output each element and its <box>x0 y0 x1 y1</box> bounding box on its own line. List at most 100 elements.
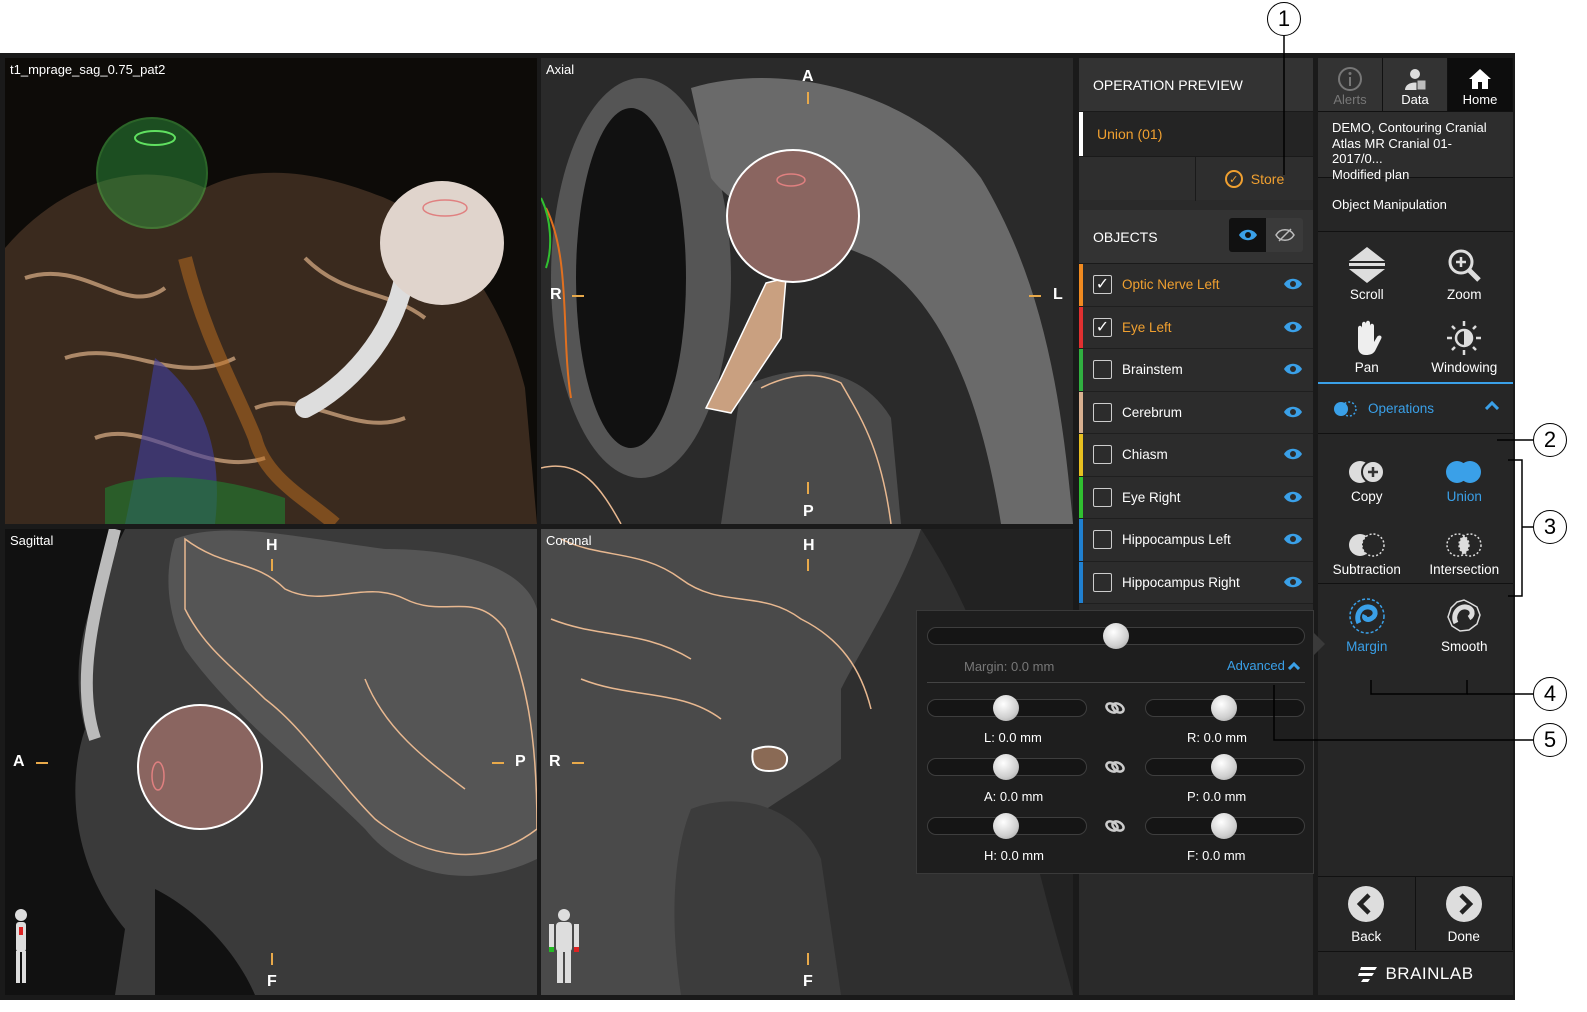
scroll-tool[interactable]: Scroll <box>1318 236 1416 308</box>
sagittal-title: Sagittal <box>10 533 54 548</box>
operations-header[interactable]: Operations <box>1318 382 1513 434</box>
plan-line-2: Atlas MR Cranial 01-2017/0... <box>1332 135 1452 167</box>
popup-pointer <box>1313 632 1325 656</box>
subtraction-tool[interactable]: Subtraction <box>1318 511 1416 583</box>
copy-tool[interactable]: Copy <box>1318 438 1416 510</box>
hide-all-button[interactable] <box>1266 218 1303 252</box>
object-row[interactable]: ✓ Optic Nerve Left <box>1079 264 1313 307</box>
advanced-label: Advanced <box>1227 658 1285 673</box>
l-slider-knob[interactable] <box>993 695 1019 721</box>
tick <box>492 762 504 764</box>
object-checkbox[interactable]: ✓ <box>1093 317 1112 337</box>
object-row[interactable]: Eye Right <box>1079 476 1313 519</box>
brainlab-logo-icon <box>1358 966 1378 982</box>
alerts-button[interactable]: Alerts <box>1318 58 1383 111</box>
h-slider-knob[interactable] <box>993 813 1019 839</box>
divider <box>927 682 1305 683</box>
alerts-label: Alerts <box>1333 92 1367 107</box>
margin-tool[interactable]: Margin <box>1318 588 1416 660</box>
object-checkbox[interactable] <box>1093 445 1112 465</box>
eye-icon[interactable] <box>1283 575 1303 589</box>
view-3d[interactable]: t1_mprage_sag_0.75_pat2 <box>5 58 537 524</box>
object-row[interactable]: Hippocampus Right <box>1079 561 1313 604</box>
object-checkbox[interactable] <box>1093 360 1112 380</box>
p-slider-knob[interactable] <box>1211 754 1237 780</box>
a-slider[interactable] <box>927 754 1087 780</box>
intersection-label: Intersection <box>1429 561 1500 577</box>
object-row[interactable]: Hippocampus Left <box>1079 519 1313 562</box>
data-button[interactable]: Data <box>1383 58 1448 111</box>
orient-top: H <box>266 537 278 554</box>
view-sagittal[interactable]: Sagittal H F A P <box>5 529 537 995</box>
store-label: Store <box>1250 171 1285 187</box>
object-label: Cerebrum <box>1122 404 1183 420</box>
margin-slider-knob[interactable] <box>1103 623 1129 649</box>
object-color-bar <box>1079 306 1083 348</box>
l-slider[interactable] <box>927 695 1087 721</box>
object-row[interactable]: Chiasm <box>1079 434 1313 477</box>
object-checkbox[interactable] <box>1093 572 1112 592</box>
callout-2: 2 <box>1533 423 1567 457</box>
windowing-tool[interactable]: Windowing <box>1416 309 1514 381</box>
intersection-tool[interactable]: Intersection <box>1416 511 1514 583</box>
object-color-bar <box>1079 434 1083 476</box>
margin-smooth-tools: Margin Smooth <box>1318 584 1513 662</box>
r-slider[interactable] <box>1145 695 1305 721</box>
union-tool[interactable]: Union <box>1416 438 1514 510</box>
object-row[interactable]: ✓ Eye Left <box>1079 306 1313 349</box>
show-all-button[interactable] <box>1229 218 1266 252</box>
f-slider[interactable] <box>1145 813 1305 839</box>
pan-tool[interactable]: Pan <box>1318 309 1416 381</box>
orient-left: R <box>549 753 561 770</box>
back-arrow-icon <box>1348 886 1385 922</box>
object-row[interactable]: Cerebrum <box>1079 391 1313 434</box>
f-value: F: 0.0 mm <box>1187 848 1246 863</box>
zoom-tool[interactable]: Zoom <box>1416 236 1514 308</box>
eye-icon[interactable] <box>1283 532 1303 546</box>
brand-name: BRAINLAB <box>1385 963 1474 983</box>
orient-top: H <box>803 537 815 554</box>
copy-label: Copy <box>1350 489 1383 504</box>
eye-icon[interactable] <box>1283 490 1303 504</box>
eye-icon[interactable] <box>1283 362 1303 376</box>
h-slider[interactable] <box>927 813 1087 839</box>
a-slider-knob[interactable] <box>993 754 1019 780</box>
link-icon[interactable] <box>1104 699 1126 717</box>
back-button[interactable]: Back <box>1318 877 1416 950</box>
preview-item-union[interactable]: Union (01) <box>1079 112 1313 156</box>
home-button[interactable]: Home <box>1448 58 1513 111</box>
store-button[interactable]: ✓ Store <box>1195 157 1313 201</box>
forward-arrow-icon <box>1445 886 1482 922</box>
object-checkbox[interactable]: ✓ <box>1093 275 1112 295</box>
eye-icon[interactable] <box>1283 405 1303 419</box>
margin-slider[interactable] <box>927 623 1305 649</box>
object-checkbox[interactable] <box>1093 530 1112 550</box>
eye-icon[interactable] <box>1283 447 1303 461</box>
eye-icon[interactable] <box>1283 277 1303 291</box>
zoom-label: Zoom <box>1446 287 1482 302</box>
r-slider-knob[interactable] <box>1211 695 1237 721</box>
visibility-toggle <box>1229 218 1303 252</box>
object-color-bar <box>1079 561 1083 603</box>
p-slider[interactable] <box>1145 754 1305 780</box>
eye-icon[interactable] <box>1283 320 1303 334</box>
patient-data-icon <box>1405 69 1427 91</box>
object-checkbox[interactable] <box>1093 487 1112 507</box>
done-button[interactable]: Done <box>1416 877 1513 950</box>
subtraction-icon <box>1348 532 1385 557</box>
object-label: Brainstem <box>1122 362 1183 378</box>
scroll-label: Scroll <box>1349 287 1384 302</box>
tick <box>807 482 809 494</box>
object-color-bar <box>1079 391 1083 433</box>
link-icon[interactable] <box>1104 817 1126 835</box>
object-row[interactable]: Brainstem <box>1079 349 1313 392</box>
f-slider-knob[interactable] <box>1211 813 1237 839</box>
advanced-toggle[interactable]: Advanced <box>1227 658 1301 673</box>
view-axial[interactable]: Axial A P R L <box>541 58 1073 524</box>
h-value: H: 0.0 mm <box>984 848 1044 863</box>
link-icon[interactable] <box>1104 758 1126 776</box>
object-checkbox[interactable] <box>1093 402 1112 422</box>
smooth-tool[interactable]: Smooth <box>1416 588 1514 660</box>
smooth-icon <box>1447 599 1482 632</box>
tick <box>36 762 48 764</box>
